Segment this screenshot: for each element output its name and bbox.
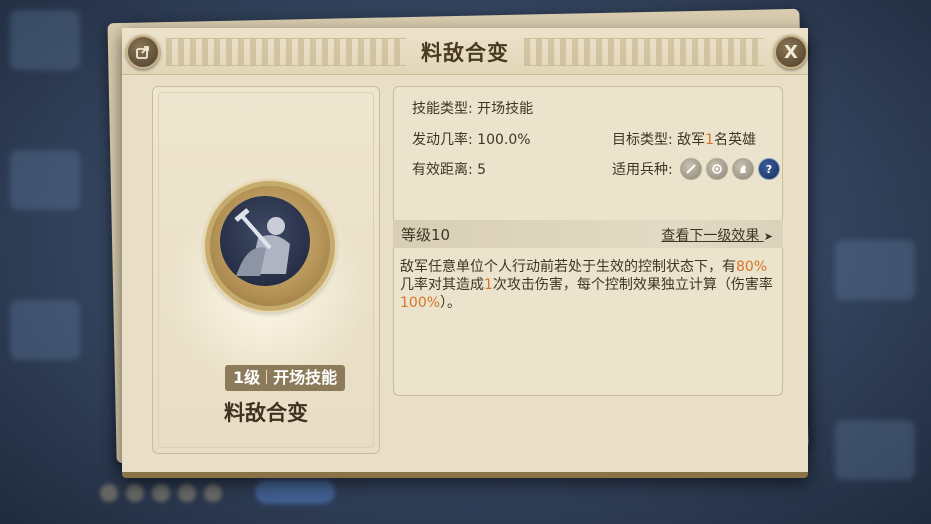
share-icon	[136, 46, 149, 59]
desc-part4: ）。	[440, 295, 462, 311]
range-label: 有效距离:	[412, 162, 473, 178]
next-level-text: 查看下一级效果	[661, 228, 760, 244]
close-icon: X	[784, 41, 798, 63]
skill-emblem-art	[220, 196, 310, 286]
target-suffix: 名英雄	[714, 132, 757, 148]
desc-value2: 1	[484, 277, 493, 293]
trigger-rate-value: 100.0%	[477, 132, 531, 148]
skill-card: 1级 开场技能 料敌合变	[152, 86, 380, 454]
range-value: 5	[477, 162, 487, 178]
skill-type-row: 技能类型: 开场技能	[412, 98, 533, 118]
skill-name: 料敌合变	[224, 401, 308, 425]
background-pill	[255, 480, 335, 504]
skill-glow	[161, 197, 371, 387]
target-type-label: 目标类型:	[612, 132, 673, 148]
skill-type-label: 技能类型:	[412, 101, 473, 117]
troop-icons: ?	[680, 158, 780, 180]
target-type-row: 目标类型: 敌军1名英雄	[612, 129, 756, 149]
title-bar: 料敌合变 X	[122, 28, 808, 75]
sword-icon[interactable]	[680, 158, 702, 180]
question-icon[interactable]: ?	[758, 158, 780, 180]
badge-divider	[266, 370, 268, 384]
horse-icon[interactable]	[732, 158, 754, 180]
arrow-right-icon: ➤	[763, 230, 773, 243]
trigger-rate-label: 发动几率:	[412, 132, 473, 148]
trigger-rate-row: 发动几率: 100.0%	[412, 129, 531, 149]
background-tile	[835, 420, 915, 480]
shield-icon[interactable]	[706, 158, 728, 180]
background-tile	[835, 240, 915, 300]
target-count: 1	[705, 132, 715, 148]
skill-emblem-icon	[205, 181, 335, 311]
skill-description: 敌军任意单位个人行动前若处于生效的控制状态下，有80% 几率对其造成1次攻击伤害，…	[400, 258, 776, 312]
troop-type-label: 适用兵种:	[612, 162, 673, 178]
warrior-icon	[234, 208, 290, 276]
skill-level-badge: 1级 开场技能	[225, 365, 346, 391]
background-dots	[100, 484, 250, 502]
desc-value3: 100%	[400, 295, 441, 311]
desc-value1: 80%	[736, 259, 768, 275]
level-bar: 等级10 查看下一级效果 ➤	[393, 220, 783, 248]
target-prefix: 敌军	[677, 132, 706, 148]
background-tile	[10, 10, 80, 70]
next-level-link[interactable]: 查看下一级效果 ➤	[661, 225, 773, 245]
skill-dialog: 料敌合变 X 1级 开场技能 料敌合变 技能类型: 开场技能 发动几率: 100…	[122, 28, 808, 478]
badge-level: 1级	[233, 368, 261, 387]
range-row: 有效距离: 5	[412, 159, 486, 179]
background-tile	[10, 150, 80, 210]
skill-type-value: 开场技能	[477, 101, 534, 117]
troop-type-row: 适用兵种:	[612, 159, 673, 179]
desc-part3: 次攻击伤害，每个控制效果独立计算（伤害率	[492, 277, 773, 293]
share-button[interactable]	[126, 35, 160, 69]
desc-part2: 几率对其造成	[400, 277, 484, 293]
close-button[interactable]: X	[774, 35, 808, 69]
badge-type: 开场技能	[273, 368, 338, 387]
level-label: 等级10	[401, 226, 451, 244]
dialog-title: 料敌合变	[421, 41, 509, 65]
desc-part1: 敌军任意单位个人行动前若处于生效的控制状态下，有	[400, 259, 736, 275]
background-tile	[10, 300, 80, 360]
